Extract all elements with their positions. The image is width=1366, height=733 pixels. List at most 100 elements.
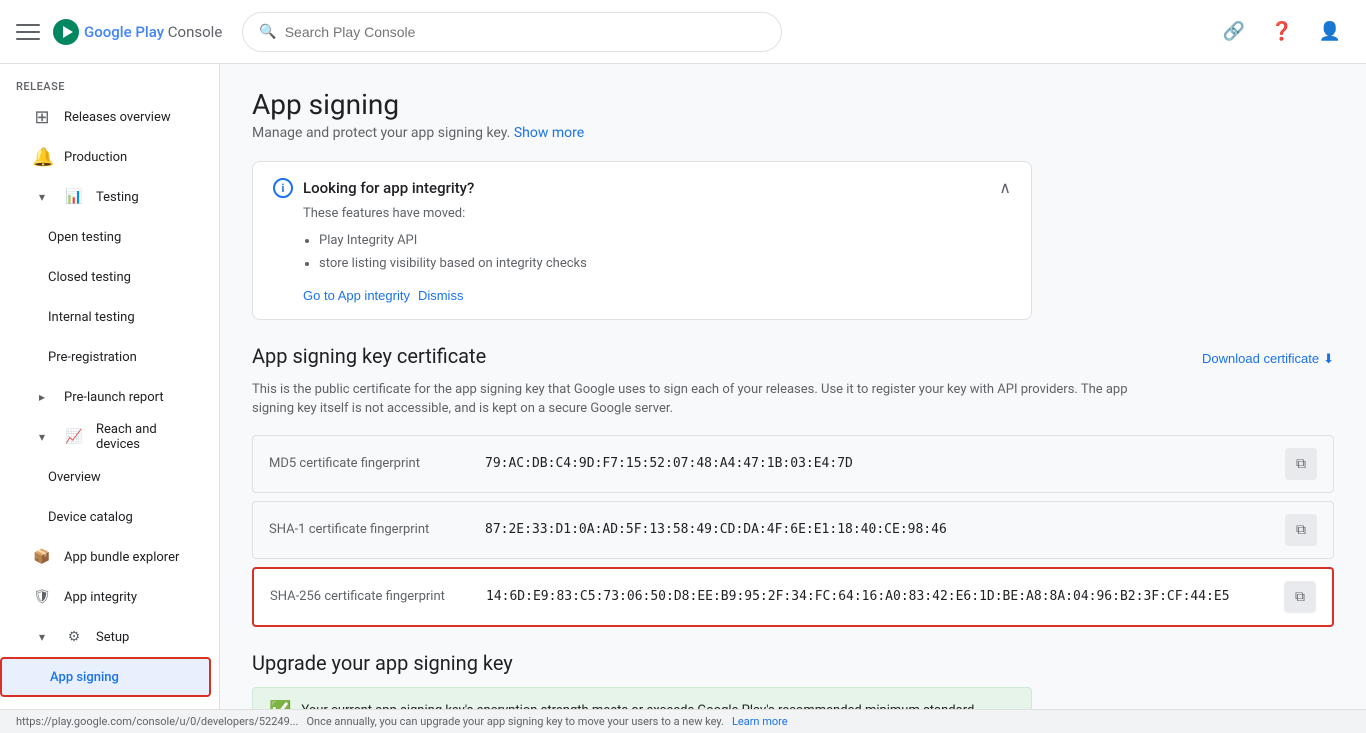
info-card: i Looking for app integrity? ∧ These fea…: [252, 161, 1032, 320]
info-card-body: These features have moved: Play Integrit…: [303, 206, 1011, 303]
sidebar-item-label: Closed testing: [48, 270, 131, 285]
show-more-link[interactable]: Show more: [514, 125, 584, 141]
copy-button-sha1[interactable]: ⧉: [1285, 514, 1317, 546]
page-title: App signing: [252, 88, 1334, 121]
download-cert-label: Download certificate: [1202, 351, 1319, 366]
logo: Google Play Console: [52, 18, 222, 46]
fingerprint-value-md5: 79:AC:DB:C4:9D:F7:15:52:07:48:A4:47:1B:0…: [485, 456, 1269, 471]
info-card-body-text: These features have moved:: [303, 206, 1011, 221]
sidebar: Release ⊞ Releases overview 🔔 Production…: [0, 64, 220, 709]
sidebar-item-internal-app-sharing[interactable]: Internal app sharing: [0, 697, 211, 709]
sidebar-item-setup[interactable]: ▾ ⚙ Setup: [0, 617, 211, 657]
copy-button-sha256[interactable]: ⧉: [1284, 581, 1316, 613]
chevron-down-icon: ▾: [32, 190, 52, 204]
sidebar-item-device-catalog[interactable]: Device catalog: [0, 497, 211, 537]
sidebar-item-open-testing[interactable]: Open testing: [0, 217, 211, 257]
sidebar-item-label: Overview: [48, 470, 101, 485]
chevron-right-icon: ▸: [32, 390, 52, 404]
sidebar-item-app-integrity[interactable]: 🛡 App integrity: [0, 577, 211, 617]
fingerprint-label-md5: MD5 certificate fingerprint: [269, 456, 469, 471]
fingerprint-value-sha1: 87:2E:33:D1:0A:AD:5F:13:58:49:CD:DA:4F:6…: [485, 522, 1269, 537]
sidebar-item-testing[interactable]: ▾ 📊 Testing: [0, 177, 211, 217]
sidebar-item-app-signing[interactable]: App signing: [0, 657, 211, 697]
sidebar-item-label: Production: [64, 150, 127, 165]
info-card-actions: Go to App integrity Dismiss: [303, 288, 1011, 303]
collapse-button[interactable]: ∧: [999, 178, 1011, 198]
search-bar[interactable]: 🔍: [242, 12, 782, 52]
play-logo-icon: [52, 18, 80, 46]
sidebar-item-label: Open testing: [48, 230, 121, 245]
status-bar: https://play.google.com/console/u/0/deve…: [0, 709, 1366, 733]
cert-section-header: App signing key certificate Download cer…: [252, 344, 1334, 374]
main-content: App signing Manage and protect your app …: [220, 64, 1366, 709]
upgrade-success-row: ✅ Your current app signing key's encrypt…: [252, 687, 1032, 709]
cert-section-title: App signing key certificate: [252, 344, 486, 368]
info-card-bullet-list: Play Integrity API store listing visibil…: [319, 229, 1011, 276]
sidebar-item-pre-registration[interactable]: Pre-registration: [0, 337, 211, 377]
search-icon: 🔍: [259, 24, 276, 40]
learn-more-link[interactable]: Learn more: [732, 715, 788, 728]
sidebar-item-releases-overview[interactable]: ⊞ Releases overview: [0, 97, 211, 137]
layout: Release ⊞ Releases overview 🔔 Production…: [0, 64, 1366, 709]
list-item: Play Integrity API: [319, 229, 1011, 252]
sidebar-item-overview[interactable]: Overview: [0, 457, 211, 497]
copy-button-md5[interactable]: ⧉: [1285, 448, 1317, 480]
chevron-down-icon3: ▾: [32, 630, 52, 644]
info-card-header: i Looking for app integrity? ∧: [273, 178, 1011, 198]
setup-icon: ⚙: [64, 629, 84, 645]
copy-icon: ⧉: [1296, 455, 1306, 472]
dismiss-button[interactable]: Dismiss: [418, 288, 464, 303]
releases-overview-icon: ⊞: [32, 107, 52, 128]
nav-icons: 🔗 ❓ 👤: [1214, 12, 1350, 52]
bundle-icon: 📦: [32, 549, 52, 565]
release-section-label: Release: [0, 64, 219, 97]
go-to-app-integrity-button[interactable]: Go to App integrity: [303, 288, 410, 303]
sidebar-item-closed-testing[interactable]: Closed testing: [0, 257, 211, 297]
sidebar-item-label: Pre-registration: [48, 350, 137, 365]
reach-icon: 📈: [64, 429, 84, 445]
info-card-title: Looking for app integrity?: [303, 179, 474, 197]
sidebar-item-label: Reach and devices: [96, 422, 195, 452]
cert-section-desc: This is the public certificate for the a…: [252, 380, 1152, 419]
fingerprint-row-sha256: SHA-256 certificate fingerprint 14:6D:E9…: [252, 567, 1334, 627]
fingerprint-label-sha256: SHA-256 certificate fingerprint: [270, 589, 470, 604]
sidebar-item-label: Releases overview: [64, 110, 171, 125]
page-subtitle: Manage and protect your app signing key.…: [252, 125, 1334, 141]
top-nav: Google Play Console 🔍 🔗 ❓ 👤: [0, 0, 1366, 64]
sidebar-item-label: App bundle explorer: [64, 550, 179, 565]
sidebar-item-app-bundle-explorer[interactable]: 📦 App bundle explorer: [0, 537, 211, 577]
testing-icon: 📊: [64, 189, 84, 205]
shield-icon: 🛡: [32, 589, 52, 605]
chevron-down-icon2: ▾: [32, 430, 52, 444]
fingerprint-row-sha1: SHA-1 certificate fingerprint 87:2E:33:D…: [252, 501, 1334, 559]
sidebar-item-label: Device catalog: [48, 510, 133, 525]
production-icon: 🔔: [32, 147, 52, 168]
search-input[interactable]: [285, 24, 766, 40]
sidebar-item-label: Pre-launch report: [64, 390, 164, 405]
cert-section: App signing key certificate Download cer…: [252, 344, 1334, 627]
sidebar-item-label: Setup: [96, 630, 129, 645]
link-icon-button[interactable]: 🔗: [1214, 12, 1254, 52]
sidebar-item-reach-and-devices[interactable]: ▾ 📈 Reach and devices: [0, 417, 211, 457]
copy-icon: ⧉: [1296, 521, 1306, 538]
download-certificate-button[interactable]: Download certificate ⬇: [1202, 351, 1334, 367]
status-note: Once annually, you can upgrade your app …: [306, 715, 723, 728]
sidebar-item-pre-launch-report[interactable]: ▸ Pre-launch report: [0, 377, 211, 417]
copy-icon: ⧉: [1295, 588, 1305, 605]
info-card-title-row: i Looking for app integrity?: [273, 178, 474, 198]
info-icon: i: [273, 178, 293, 198]
menu-button[interactable]: [16, 20, 40, 44]
status-url: https://play.google.com/console/u/0/deve…: [16, 715, 298, 728]
help-icon-button[interactable]: ❓: [1262, 12, 1302, 52]
sidebar-item-label: Testing: [96, 190, 139, 205]
download-icon: ⬇: [1323, 351, 1334, 367]
account-icon-button[interactable]: 👤: [1310, 12, 1350, 52]
fingerprint-value-sha256: 14:6D:E9:83:C5:73:06:50:D8:EE:B9:95:2F:3…: [486, 589, 1268, 604]
sidebar-item-production[interactable]: 🔔 Production: [0, 137, 211, 177]
sidebar-item-internal-testing[interactable]: Internal testing: [0, 297, 211, 337]
logo-text: Google Play Console: [84, 23, 222, 41]
sidebar-item-label: Internal testing: [48, 310, 135, 325]
upgrade-section-title: Upgrade your app signing key: [252, 651, 1032, 675]
checkmark-icon: ✅: [269, 700, 291, 709]
fingerprint-row-md5: MD5 certificate fingerprint 79:AC:DB:C4:…: [252, 435, 1334, 493]
